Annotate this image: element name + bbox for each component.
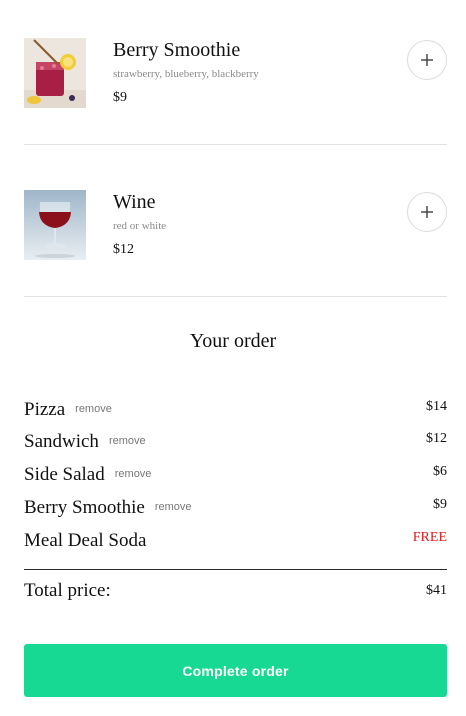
item-name: Wine <box>113 191 156 213</box>
order-item-price: $14 <box>426 399 447 414</box>
order-title: Your order <box>189 330 277 352</box>
remove-berry-smoothie-link[interactable]: remove <box>155 501 192 513</box>
item-price: $9 <box>113 90 127 105</box>
order-row: Pizza remove $14 <box>24 399 447 425</box>
item-name: Berry Smoothie <box>113 39 241 61</box>
total-label: Total price: <box>24 580 111 601</box>
complete-order-button[interactable]: Complete order <box>24 644 447 697</box>
plus-icon <box>421 54 433 66</box>
plus-icon <box>421 206 433 218</box>
item-description: strawberry, blueberry, blackberry <box>113 68 259 80</box>
add-berry-smoothie-button[interactable] <box>407 40 447 80</box>
free-badge: FREE <box>412 530 447 545</box>
add-wine-button[interactable] <box>407 192 447 232</box>
menu-item-wine: Wine red or white $12 <box>24 190 447 262</box>
order-item-name: Pizza remove <box>24 399 112 420</box>
order-item-price: $12 <box>426 431 447 446</box>
item-price: $12 <box>113 242 134 257</box>
order-row: Berry Smoothie remove $9 <box>24 497 447 523</box>
remove-side-salad-link[interactable]: remove <box>115 468 152 480</box>
order-item-name: Sandwich remove <box>24 431 146 452</box>
remove-sandwich-link[interactable]: remove <box>109 435 146 447</box>
menu-item-berry-smoothie: Berry Smoothie strawberry, blueberry, bl… <box>24 38 447 110</box>
total-divider <box>24 569 447 570</box>
order-row: Meal Deal Soda FREE <box>24 530 447 556</box>
wine-glass-photo <box>24 190 86 260</box>
order-item-name: Side Salad remove <box>24 464 152 485</box>
order-row: Sandwich remove $12 <box>24 431 447 457</box>
order-item-price: $6 <box>433 464 447 479</box>
item-description: red or white <box>113 220 167 232</box>
order-row: Side Salad remove $6 <box>24 464 447 490</box>
berry-smoothie-photo <box>24 38 86 108</box>
order-item-name: Berry Smoothie remove <box>24 497 192 518</box>
remove-pizza-link[interactable]: remove <box>75 403 112 415</box>
divider <box>24 144 447 145</box>
order-item-price: $9 <box>433 497 447 512</box>
total-value: $41 <box>426 583 447 598</box>
order-item-name: Meal Deal Soda <box>24 530 147 551</box>
divider <box>24 296 447 297</box>
